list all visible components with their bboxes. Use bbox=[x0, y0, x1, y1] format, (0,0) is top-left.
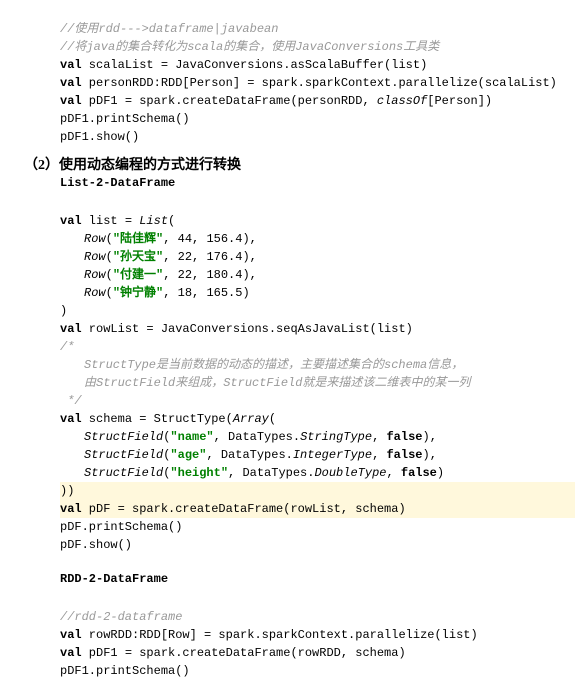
keyword: val bbox=[60, 322, 82, 336]
row-line: Row("付建一", 22, 180.4), bbox=[60, 266, 257, 284]
keyword: val bbox=[60, 646, 82, 660]
comment-line: //使用rdd--->dataframe|javabean bbox=[60, 22, 278, 36]
keyword: val bbox=[60, 94, 82, 108]
keyword: val bbox=[60, 628, 82, 642]
structfield-line: StructField("name", DataTypes.StringType… bbox=[60, 428, 437, 446]
code-line: pDF1.printSchema() bbox=[60, 112, 190, 126]
keyword: val bbox=[60, 58, 82, 72]
code-line: pDF.printSchema() bbox=[60, 520, 182, 534]
code-line: val schema = StructType(Array( bbox=[60, 412, 276, 426]
comment-line: StructType是当前数据的动态的描述，主要描述集合的schema信息， bbox=[60, 356, 463, 374]
highlight-line: )) bbox=[60, 482, 575, 500]
code-line: pDF.show() bbox=[60, 538, 132, 552]
code-line: val pDF1 = spark.createDataFrame(personR… bbox=[60, 94, 492, 108]
sub-heading-2: RDD-2-DataFrame bbox=[60, 572, 575, 586]
sub-heading-1: List-2-DataFrame bbox=[60, 176, 575, 190]
keyword: val bbox=[60, 502, 82, 516]
code-line: pDF1.printSchema() bbox=[60, 664, 190, 678]
highlight-line: val pDF = spark.createDataFrame(rowList,… bbox=[60, 500, 575, 518]
comment-line: //将java的集合转化为scala的集合，使用JavaConversions工… bbox=[60, 40, 439, 54]
structfield-line: StructField("height", DataTypes.DoubleTy… bbox=[60, 464, 444, 482]
code-line: val scalaList = JavaConversions.asScalaB… bbox=[60, 58, 427, 72]
code-line: pDF1.show() bbox=[60, 130, 139, 144]
comment-close: */ bbox=[60, 394, 82, 408]
structfield-line: StructField("age", DataTypes.IntegerType… bbox=[60, 446, 437, 464]
comment-line: //rdd-2-dataframe bbox=[60, 610, 182, 624]
code-block-1: //使用rdd--->dataframe|javabean //将java的集合… bbox=[0, 0, 575, 148]
comment-open: /* bbox=[60, 340, 74, 354]
code-line: val personRDD:RDD[Person] = spark.sparkC… bbox=[60, 76, 557, 90]
keyword: val bbox=[60, 214, 82, 228]
keyword: val bbox=[60, 76, 82, 90]
row-line: Row("陆佳辉", 44, 156.4), bbox=[60, 230, 257, 248]
code-line: val pDF1 = spark.createDataFrame(rowRDD,… bbox=[60, 646, 406, 660]
code-line: val rowList = JavaConversions.seqAsJavaL… bbox=[60, 322, 413, 336]
section-heading: （2）使用动态编程的方式进行转换 bbox=[24, 154, 575, 174]
row-line: Row("孙天宝", 22, 176.4), bbox=[60, 248, 257, 266]
code-line: val rowRDD:RDD[Row] = spark.sparkContext… bbox=[60, 628, 478, 642]
row-line: Row("钟宁静", 18, 165.5) bbox=[60, 284, 250, 302]
comment-line: 由StructField来组成，StructField就是来描述该二维表中的某一… bbox=[60, 374, 470, 392]
keyword: val bbox=[60, 412, 82, 426]
code-block-3: //rdd-2-dataframe val rowRDD:RDD[Row] = … bbox=[0, 588, 575, 682]
code-line: ) bbox=[60, 304, 67, 318]
code-line: val list = List( bbox=[60, 214, 175, 228]
code-block-2: val list = List( Row("陆佳辉", 44, 156.4), … bbox=[0, 192, 575, 556]
